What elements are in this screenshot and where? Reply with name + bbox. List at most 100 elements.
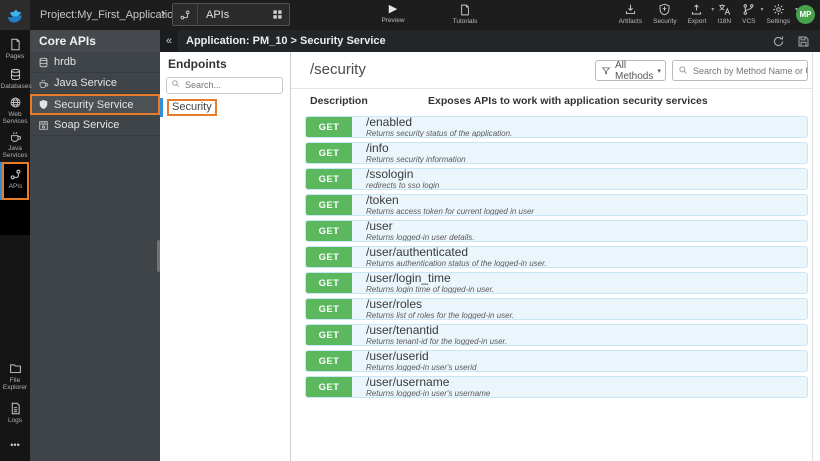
collapse-panel-button[interactable]: « — [160, 30, 178, 52]
endpoint-path: /user/tenantid — [366, 324, 439, 337]
endpoint-description: redirects to sso login — [366, 181, 440, 190]
branch-icon — [742, 3, 755, 16]
endpoint-description: Returns logged-in user's username — [366, 389, 491, 398]
core-api-item-label: Java Service — [54, 77, 117, 89]
globe-icon — [9, 96, 22, 109]
core-api-item-soap-service[interactable]: Soap Service — [30, 115, 160, 136]
endpoint-row[interactable]: GET /token Returns access token for curre… — [305, 194, 808, 216]
endpoint-path: /token — [366, 194, 399, 207]
endpoint-row[interactable]: GET /user/roles Returns list of roles for… — [305, 298, 808, 320]
translate-icon — [718, 3, 731, 16]
endpoint-row[interactable]: GET /user/tenantid Returns tenant-id for … — [305, 324, 808, 346]
endpoint-list-item-security[interactable]: Security — [160, 97, 290, 117]
tutorials-button[interactable]: Tutorials — [442, 4, 488, 25]
settings-button[interactable]: ▾ Settings — [766, 3, 798, 25]
sidebar-item-more[interactable]: ••• — [0, 440, 30, 450]
endpoint-row[interactable]: GET /user Returns logged-in user details. — [305, 220, 808, 242]
settings-label: Settings — [766, 18, 791, 25]
shield-icon — [38, 99, 49, 110]
sidebar-item-label: APIs — [8, 183, 23, 190]
grid-icon[interactable] — [272, 9, 289, 20]
method-badge: GET — [306, 221, 352, 241]
shield-icon — [658, 3, 671, 16]
upload-icon — [690, 3, 703, 16]
endpoint-path: /ssologin — [366, 168, 414, 181]
method-badge: GET — [306, 325, 352, 345]
chevron-right-icon[interactable]: › — [161, 5, 165, 20]
sidebar-item-java-services[interactable]: Java Services — [0, 130, 30, 160]
method-badge: GET — [306, 195, 352, 215]
i18n-button[interactable]: I18N — [717, 3, 731, 25]
endpoint-row[interactable]: GET /ssologin redirects to sso login — [305, 168, 808, 190]
endpoint-rows: GET /enabled Returns security status of t… — [305, 116, 808, 402]
project-name: Project:My_First_Application — [40, 9, 180, 21]
search-icon — [171, 79, 180, 88]
endpoint-row[interactable]: GET /enabled Returns security status of t… — [305, 116, 808, 138]
method-badge: GET — [306, 117, 352, 137]
endpoint-path: /user/login_time — [366, 272, 451, 285]
preview-button[interactable]: ▶ Preview — [370, 4, 416, 25]
artifacts-button[interactable]: Artifacts — [619, 3, 642, 25]
endpoint-row[interactable]: GET /user/login_time Returns login time o… — [305, 272, 808, 294]
description-label: Description — [310, 95, 368, 107]
endpoint-path: /info — [366, 142, 389, 155]
method-badge: GET — [306, 377, 352, 397]
description-value: Exposes APIs to work with application se… — [428, 95, 708, 107]
gear-icon — [772, 3, 785, 16]
app-window: Project:My_First_Application › APIs ▶ Pr… — [0, 0, 820, 461]
endpoints-panel: Endpoints Security — [160, 52, 291, 461]
api-icon — [173, 4, 198, 25]
save-icon[interactable] — [797, 35, 810, 48]
sidebar-item-label: Java Services — [2, 145, 28, 160]
refresh-icon[interactable] — [772, 35, 785, 48]
endpoint-row[interactable]: GET /user/authenticated Returns authentic… — [305, 246, 808, 268]
endpoint-path: /user/authenticated — [366, 246, 469, 259]
endpoint-path: /user/roles — [366, 298, 423, 311]
core-api-item-label: Security Service — [54, 98, 134, 111]
database-icon — [38, 57, 49, 68]
security-button[interactable]: Security — [653, 3, 677, 25]
method-badge: GET — [306, 273, 352, 293]
endpoint-row[interactable]: GET /info Returns security information — [305, 142, 808, 164]
endpoints-search-input[interactable] — [166, 76, 283, 94]
method-badge: GET — [306, 143, 352, 163]
sidebar-item-pages[interactable]: Pages — [0, 38, 30, 60]
sidebar-item-databases[interactable]: Databases — [0, 68, 32, 90]
divider — [291, 88, 812, 89]
endpoint-row[interactable]: GET /user/userid Returns logged-in user's… — [305, 350, 808, 372]
sidebar-item-web-services[interactable]: Web Services — [0, 96, 30, 126]
core-api-item-security-service[interactable]: Security Service — [30, 94, 160, 115]
sidebar-item-label: Databases — [0, 83, 32, 90]
topbar-actions: Artifacts Security ▾ Export I18N ▾ VCS S… — [619, 3, 798, 25]
endpoint-row[interactable]: GET /user/username Returns logged-in user… — [305, 376, 808, 398]
core-apis-panel: Core APIs hrdb Java Service Security Ser… — [30, 30, 160, 461]
tab-apis[interactable]: APIs — [172, 3, 290, 26]
sidebar-item-label: Web Services — [2, 111, 28, 126]
scrollbar-thumb[interactable] — [157, 240, 160, 272]
core-api-item-java-service[interactable]: Java Service — [30, 73, 160, 94]
content-header: « Application: PM_10 > Security Service — [160, 30, 820, 52]
coffee-icon — [38, 78, 49, 89]
export-button[interactable]: ▾ Export — [688, 3, 714, 25]
core-api-item-label: Soap Service — [54, 119, 120, 131]
tutorials-label: Tutorials — [452, 18, 478, 25]
vcs-button[interactable]: ▾ VCS — [742, 3, 764, 25]
soap-icon — [38, 120, 49, 131]
api-icon — [9, 168, 22, 181]
url-search-input[interactable] — [672, 60, 808, 81]
log-icon — [9, 402, 22, 415]
app-logo[interactable] — [0, 0, 30, 30]
endpoint-path: /user/username — [366, 376, 450, 389]
sidebar-item-apis[interactable]: APIs — [2, 162, 29, 200]
endpoint-path: /enabled — [366, 116, 413, 129]
scrollbar-track[interactable] — [812, 52, 813, 461]
user-avatar[interactable]: MP — [796, 5, 815, 24]
core-api-item-hrdb[interactable]: hrdb — [30, 52, 160, 73]
security-label: Security — [653, 18, 677, 25]
method-badge: GET — [306, 247, 352, 267]
methods-filter-dropdown[interactable]: All Methods ▾ — [595, 60, 666, 82]
sidebar-item-file-explorer[interactable]: File Explorer — [0, 362, 30, 392]
sidebar-item-logs[interactable]: Logs — [0, 402, 30, 424]
tutorials-doc-icon — [459, 4, 471, 16]
left-sidebar: Pages Databases Web Services Java Servic… — [0, 30, 32, 461]
